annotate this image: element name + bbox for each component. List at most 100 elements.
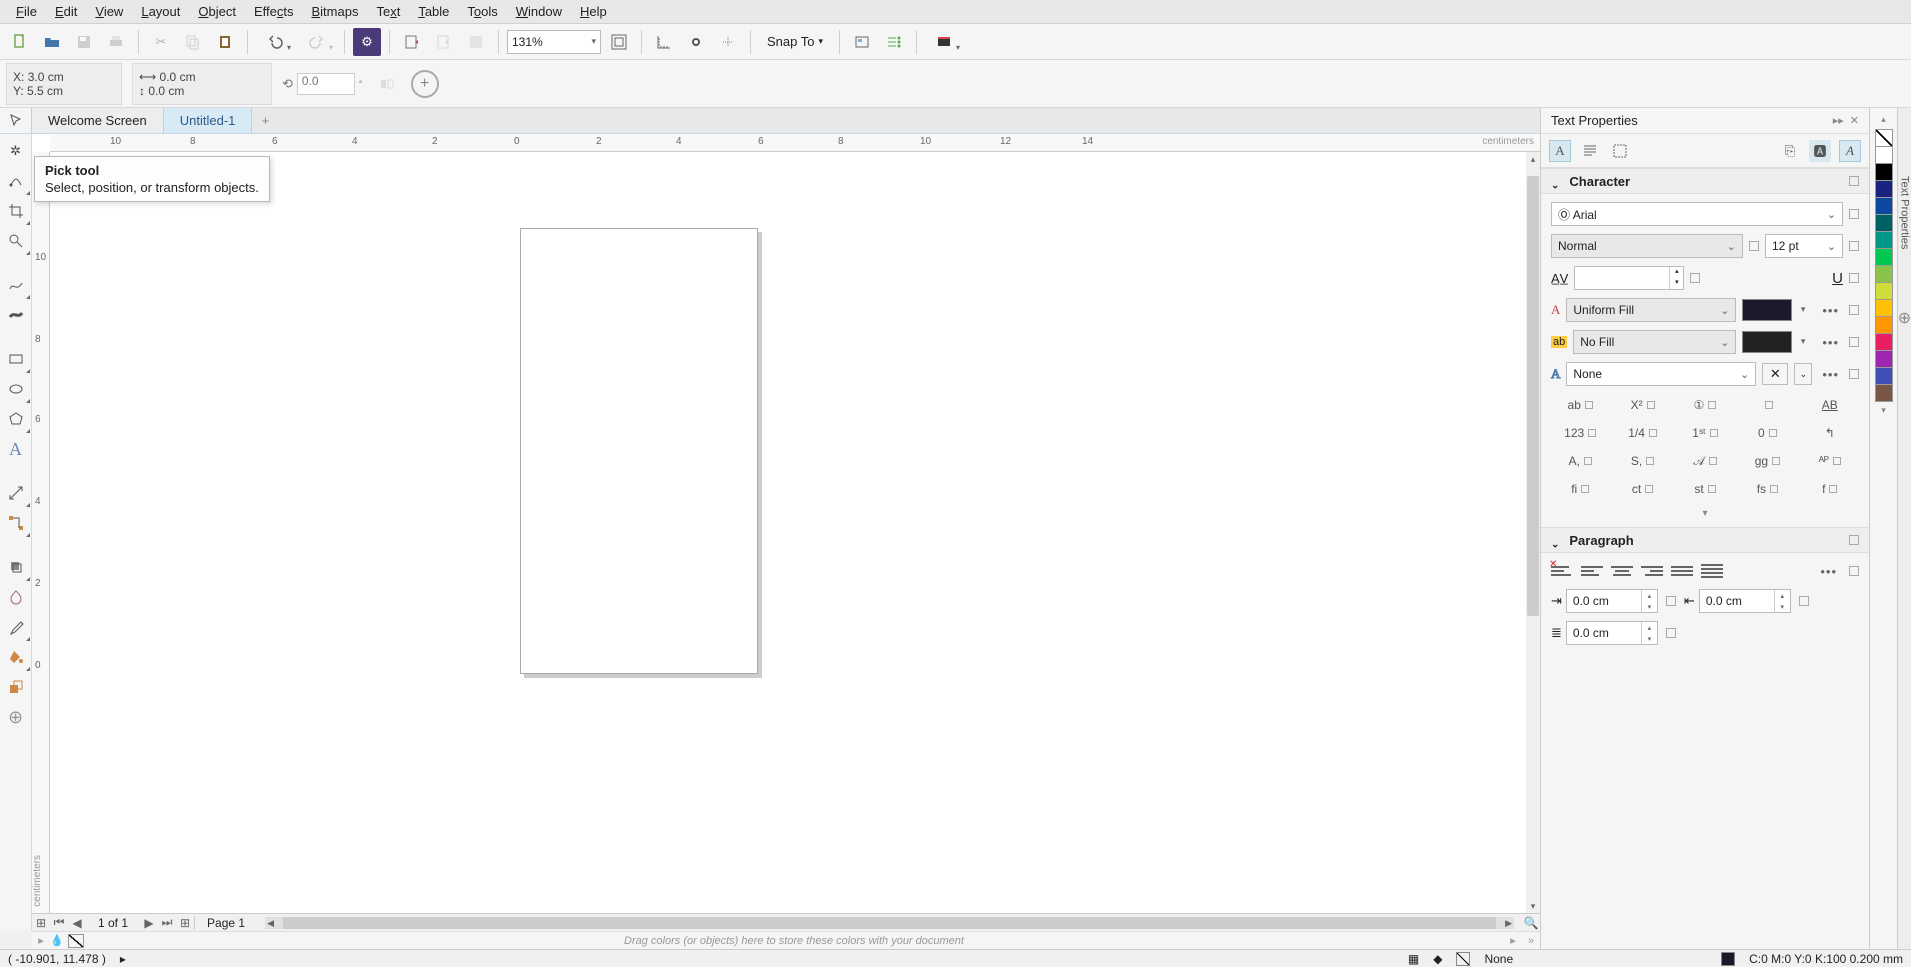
zoom-tool[interactable] bbox=[1, 226, 31, 256]
customize-toolbox-button[interactable]: ⊕ bbox=[1, 702, 31, 732]
page-tab[interactable]: Page 1 bbox=[194, 916, 257, 930]
align-more[interactable]: ••• bbox=[1816, 564, 1841, 579]
swatch[interactable] bbox=[1875, 367, 1893, 385]
swatch[interactable] bbox=[1875, 231, 1893, 249]
snap-to-dropdown[interactable]: Snap To▾ bbox=[759, 34, 831, 49]
font-family-combo[interactable]: Ⓞ Arial bbox=[1551, 202, 1843, 226]
char-fill-more[interactable]: ••• bbox=[1818, 303, 1843, 318]
print-button[interactable] bbox=[102, 28, 130, 56]
apply-props-icon[interactable]: 🅰 bbox=[1809, 140, 1831, 162]
last-page-button[interactable]: ⏭ bbox=[158, 915, 176, 930]
swatch[interactable] bbox=[1875, 350, 1893, 368]
import-button[interactable] bbox=[398, 28, 426, 56]
char-bg-combo[interactable]: No Fill bbox=[1573, 330, 1736, 354]
font-size-combo[interactable]: 12 pt bbox=[1765, 234, 1843, 258]
zoom-level-input[interactable]: 131% bbox=[507, 30, 601, 54]
next-page-button[interactable]: ▶ bbox=[140, 916, 158, 930]
rotation-box[interactable]: ⟲0.0° bbox=[282, 73, 363, 95]
app-launcher-button[interactable] bbox=[880, 28, 908, 56]
pick-tool-tab-icon[interactable] bbox=[0, 108, 32, 133]
new-button[interactable] bbox=[6, 28, 34, 56]
add-page-button[interactable]: ⊞ bbox=[32, 916, 50, 930]
swatch[interactable] bbox=[1875, 333, 1893, 351]
swatch[interactable] bbox=[1875, 299, 1893, 317]
ellipse-tool[interactable] bbox=[1, 374, 31, 404]
object-position-box[interactable]: X: 3.0 cm Y: 5.5 cm bbox=[6, 63, 122, 105]
menu-edit[interactable]: Edit bbox=[47, 2, 85, 21]
save-button[interactable] bbox=[70, 28, 98, 56]
text-direction-icon[interactable]: A bbox=[1839, 140, 1861, 162]
new-tab-button[interactable]: + bbox=[252, 108, 278, 133]
swatch-none[interactable] bbox=[1875, 129, 1893, 147]
collapse-docker-icon[interactable]: ▸▸ bbox=[1833, 114, 1844, 127]
menu-view[interactable]: View bbox=[87, 2, 131, 21]
fill-icon[interactable]: ◆ bbox=[1433, 952, 1442, 966]
tab-document[interactable]: Untitled-1 bbox=[164, 108, 253, 133]
add-page-after-button[interactable]: ⊞ bbox=[176, 916, 194, 930]
char-fill-color[interactable] bbox=[1742, 299, 1792, 321]
vertical-ruler[interactable]: centimeters 1086420 bbox=[32, 152, 50, 913]
text-tool[interactable]: A bbox=[1, 434, 31, 464]
outline-width-dd[interactable]: ⌄ bbox=[1794, 363, 1812, 385]
char-bg-more[interactable]: ••• bbox=[1818, 335, 1843, 350]
publish-pdf-button[interactable] bbox=[462, 28, 490, 56]
docker-title-bar[interactable]: Text Properties ▸▸✕ bbox=[1541, 108, 1869, 134]
swatch[interactable] bbox=[1875, 384, 1893, 402]
swatch[interactable] bbox=[1875, 248, 1893, 266]
font-style-combo[interactable]: Normal bbox=[1551, 234, 1743, 258]
swatch[interactable] bbox=[1875, 146, 1893, 164]
palette-scroll-up[interactable]: ▴ bbox=[1881, 114, 1886, 125]
menu-help[interactable]: Help bbox=[572, 2, 615, 21]
drawing-canvas[interactable] bbox=[50, 152, 1540, 913]
rectangle-tool[interactable] bbox=[1, 344, 31, 374]
outline-width-x[interactable]: ✕ bbox=[1762, 363, 1788, 385]
menu-file[interactable]: File bbox=[8, 2, 45, 21]
connector-tool[interactable] bbox=[1, 508, 31, 538]
polygon-tool[interactable] bbox=[1, 404, 31, 434]
underline-icon[interactable]: U bbox=[1832, 270, 1843, 287]
align-right-button[interactable] bbox=[1641, 561, 1663, 581]
side-tab-text-properties[interactable]: Text Properties bbox=[1899, 168, 1911, 257]
copy-props-icon[interactable]: ⎘ bbox=[1779, 140, 1801, 162]
swatch[interactable] bbox=[1875, 265, 1893, 283]
eyedropper-icon[interactable]: 💧 bbox=[50, 934, 68, 947]
align-center-button[interactable] bbox=[1611, 561, 1633, 581]
menu-effects[interactable]: Effects bbox=[246, 2, 302, 21]
right-indent-field[interactable]: ⇤0.0 cm▴▾ bbox=[1684, 589, 1791, 613]
object-size-box[interactable]: ⟷ 0.0 cm ↕ 0.0 cm bbox=[132, 63, 272, 105]
menu-window[interactable]: Window bbox=[508, 2, 570, 21]
undo-button[interactable] bbox=[256, 28, 294, 56]
options-button[interactable] bbox=[848, 28, 876, 56]
align-justify-button[interactable] bbox=[1671, 561, 1693, 581]
menu-bitmaps[interactable]: Bitmaps bbox=[303, 2, 366, 21]
align-force-justify-button[interactable] bbox=[1701, 561, 1723, 581]
menu-layout[interactable]: Layout bbox=[133, 2, 188, 21]
align-left-button[interactable] bbox=[1581, 561, 1603, 581]
swatch[interactable] bbox=[1875, 282, 1893, 300]
transparency-tool[interactable] bbox=[1, 582, 31, 612]
zoom-navigator-button[interactable]: 🔍 bbox=[1522, 916, 1540, 930]
align-none-button[interactable]: ✕ bbox=[1551, 561, 1573, 581]
char-outline-combo[interactable]: None bbox=[1566, 362, 1756, 386]
vertical-scrollbar[interactable]: ▴ ▾ bbox=[1526, 152, 1540, 913]
search-content-button[interactable]: ⚙ bbox=[353, 28, 381, 56]
cut-button[interactable]: ✂ bbox=[147, 28, 175, 56]
full-screen-button[interactable] bbox=[605, 28, 633, 56]
welcome-screen-button[interactable] bbox=[925, 28, 963, 56]
no-color-swatch[interactable] bbox=[68, 934, 84, 948]
copy-button[interactable] bbox=[179, 28, 207, 56]
char-outline-more[interactable]: ••• bbox=[1818, 367, 1843, 382]
redo-button[interactable] bbox=[298, 28, 336, 56]
tab-welcome-screen[interactable]: Welcome Screen bbox=[32, 108, 164, 133]
fill-swatch[interactable] bbox=[1456, 952, 1470, 966]
menu-table[interactable]: Table bbox=[410, 2, 457, 21]
menu-tools[interactable]: Tools bbox=[459, 2, 505, 21]
frame-tab-icon[interactable] bbox=[1609, 140, 1631, 162]
palette-scroll-down[interactable]: ▾ bbox=[1881, 405, 1886, 416]
show-grid-button[interactable] bbox=[682, 28, 710, 56]
interactive-fill-tool[interactable] bbox=[1, 642, 31, 672]
close-docker-icon[interactable]: ✕ bbox=[1850, 114, 1859, 127]
pick-tool-flyout-icon[interactable]: ✲ bbox=[1, 136, 31, 166]
first-page-button[interactable]: ⏮ bbox=[50, 915, 68, 930]
swatch[interactable] bbox=[1875, 197, 1893, 215]
